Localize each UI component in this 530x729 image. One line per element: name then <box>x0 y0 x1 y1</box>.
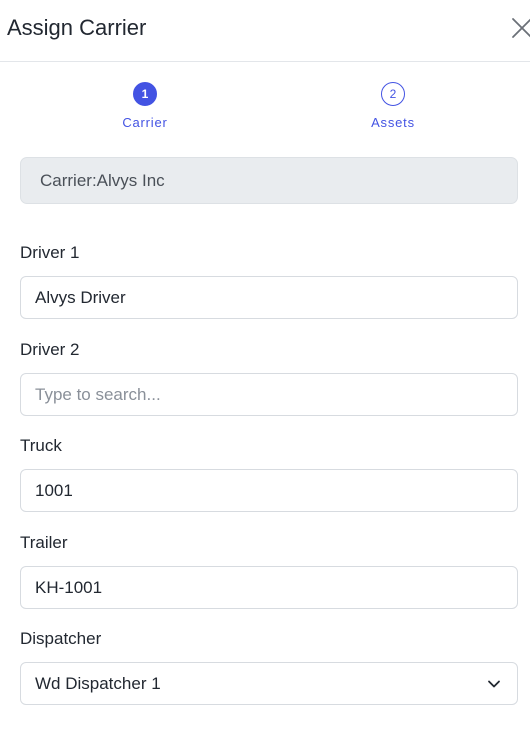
dispatcher-selected-value: Wd Dispatcher 1 <box>35 674 161 693</box>
truck-input[interactable] <box>20 469 518 512</box>
step-assets[interactable]: 2 Assets <box>343 82 443 130</box>
step-number-circle: 2 <box>381 82 405 106</box>
step-number-circle: 1 <box>133 82 157 106</box>
panel-header: Assign Carrier <box>0 0 530 62</box>
stepper: 1 Carrier 2 Assets <box>0 82 530 138</box>
dispatcher-select[interactable]: Wd Dispatcher 1 <box>20 662 518 705</box>
driver1-input[interactable] <box>20 276 518 319</box>
truck-field: Truck <box>20 436 518 512</box>
driver2-label: Driver 2 <box>20 340 80 359</box>
chevron-down-icon <box>488 680 500 688</box>
dispatcher-label: Dispatcher <box>20 629 102 648</box>
panel-title: Assign Carrier <box>7 15 147 40</box>
close-button[interactable] <box>508 14 530 42</box>
step-label: Carrier <box>122 115 168 130</box>
step-carrier[interactable]: 1 Carrier <box>95 82 195 130</box>
driver2-field: Driver 2 <box>20 340 518 416</box>
close-icon <box>512 18 530 38</box>
driver1-label: Driver 1 <box>20 243 80 262</box>
carrier-info-box: Carrier:Alvys Inc <box>20 157 518 204</box>
trailer-field: Trailer <box>20 533 518 609</box>
truck-label: Truck <box>20 436 62 455</box>
dispatcher-field: Dispatcher Wd Dispatcher 1 <box>20 629 518 705</box>
step-label: Assets <box>371 115 415 130</box>
driver1-field: Driver 1 <box>20 243 518 319</box>
trailer-input[interactable] <box>20 566 518 609</box>
assign-carrier-panel: Assign Carrier 1 Carrier 2 Assets Carrie… <box>0 0 530 729</box>
trailer-label: Trailer <box>20 533 68 552</box>
driver2-search-input[interactable] <box>20 373 518 416</box>
